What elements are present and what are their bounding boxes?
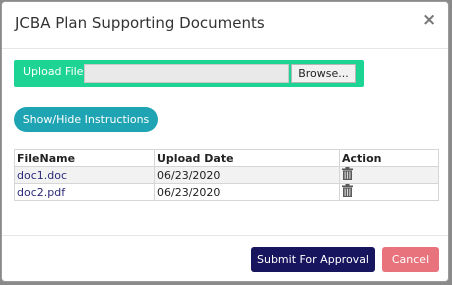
- close-icon[interactable]: ×: [422, 12, 436, 29]
- file-link[interactable]: doc2.pdf: [17, 186, 65, 199]
- table-header-row: FileName Upload Date Action: [14, 149, 439, 167]
- modal-title: JCBA Plan Supporting Documents: [15, 14, 265, 32]
- trash-icon[interactable]: [342, 184, 353, 200]
- upload-date-cell: 06/23/2020: [154, 183, 340, 201]
- modal-header: JCBA Plan Supporting Documents ×: [2, 2, 448, 49]
- column-header-action: Action: [339, 149, 439, 167]
- documents-table: FileName Upload Date Action doc1.doc 06/…: [14, 149, 439, 201]
- file-link[interactable]: doc1.doc: [17, 169, 67, 182]
- browse-button[interactable]: Browse...: [291, 64, 356, 83]
- upload-file-label: Upload File: [23, 65, 84, 78]
- action-cell: [339, 183, 439, 201]
- filename-cell: doc1.doc: [14, 166, 155, 184]
- show-hide-instructions-button[interactable]: Show/Hide Instructions: [14, 107, 158, 132]
- column-header-filename: FileName: [14, 149, 155, 167]
- cancel-button[interactable]: Cancel: [382, 247, 439, 272]
- file-path-input[interactable]: [84, 64, 289, 83]
- column-header-upload-date: Upload Date: [154, 149, 340, 167]
- table-row: doc2.pdf 06/23/2020: [14, 183, 439, 201]
- submit-for-approval-button[interactable]: Submit For Approval: [251, 247, 375, 272]
- trash-icon[interactable]: [342, 167, 353, 183]
- upload-date-cell: 06/23/2020: [154, 166, 340, 184]
- upload-panel: Upload File Browse...: [14, 60, 364, 87]
- modal-dialog: JCBA Plan Supporting Documents × Upload …: [1, 1, 449, 282]
- table-row: doc1.doc 06/23/2020: [14, 166, 439, 184]
- filename-cell: doc2.pdf: [14, 183, 155, 201]
- action-cell: [339, 166, 439, 184]
- modal-footer-divider: [2, 235, 448, 236]
